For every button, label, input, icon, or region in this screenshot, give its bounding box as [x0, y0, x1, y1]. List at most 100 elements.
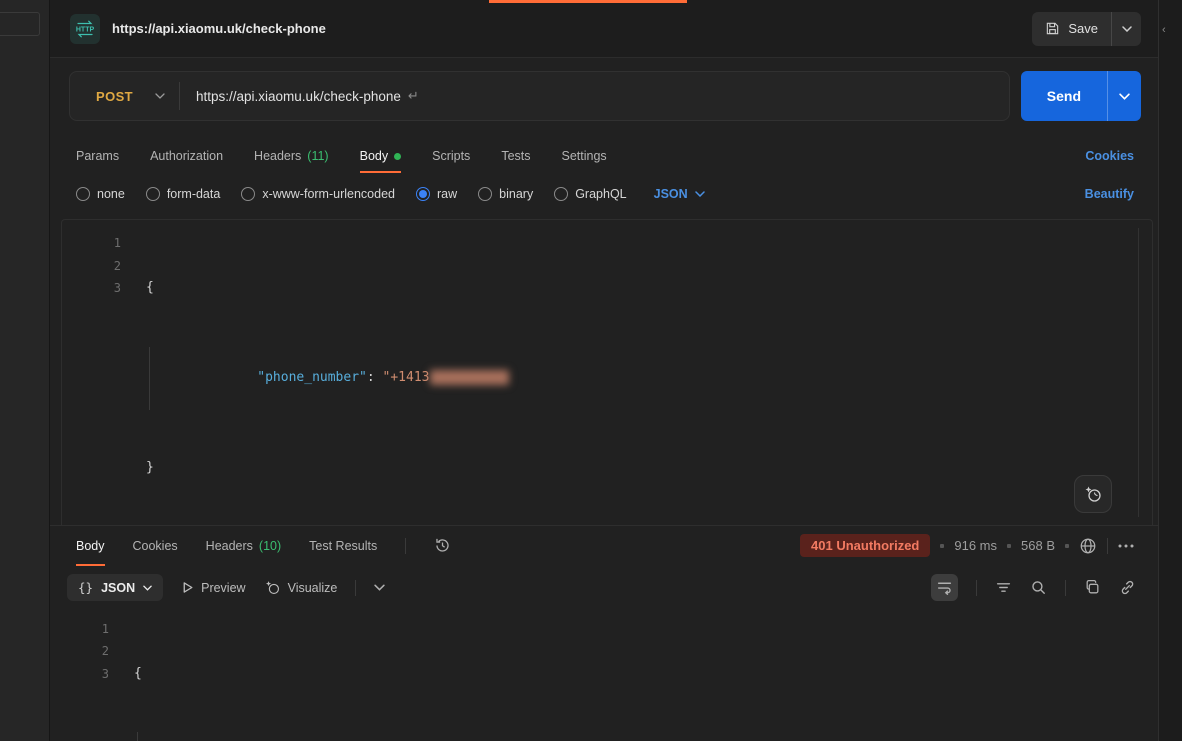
- wrap-text-icon[interactable]: [931, 574, 958, 601]
- line-numbers: 1 2 3: [62, 232, 121, 525]
- request-url-bar: POST https://api.xiaomu.uk/check-phone ↵: [69, 71, 1010, 121]
- svg-text:HTTP: HTTP: [76, 26, 95, 33]
- response-format-selector[interactable]: {} JSON: [67, 574, 163, 601]
- mode-raw[interactable]: raw: [416, 187, 457, 201]
- divider: [179, 82, 180, 110]
- visualize-icon: [264, 579, 281, 596]
- method-selector[interactable]: POST: [70, 89, 155, 104]
- mode-graphql[interactable]: GraphQL: [554, 187, 626, 201]
- sidebar-partial-item[interactable]: [0, 12, 40, 36]
- filter-icon[interactable]: [995, 579, 1012, 596]
- response-tab-headers[interactable]: Headers (10): [206, 526, 281, 566]
- response-size[interactable]: 568 B: [1021, 538, 1055, 553]
- radio-icon: [554, 187, 568, 201]
- tab-tests[interactable]: Tests: [501, 139, 530, 173]
- divider: [1065, 580, 1066, 596]
- chevron-down-icon: [1122, 26, 1132, 32]
- radio-selected-icon: [416, 187, 430, 201]
- divider: [1107, 538, 1108, 554]
- main-panel: HTTP https://api.xiaomu.uk/check-phone S…: [50, 0, 1158, 741]
- body-modified-dot: [394, 153, 401, 160]
- chevron-down-icon: [1119, 93, 1130, 100]
- tab-settings[interactable]: Settings: [562, 139, 607, 173]
- request-title: https://api.xiaomu.uk/check-phone: [112, 21, 326, 36]
- response-tab-body[interactable]: Body: [76, 526, 105, 566]
- headers-count: (11): [307, 149, 328, 163]
- redacted-value: [430, 370, 509, 385]
- response-headers-count: (10): [259, 539, 281, 553]
- status-badge[interactable]: 401 Unauthorized: [800, 534, 930, 557]
- response-body-editor[interactable]: 1 2 3 { "detail": "无效的API密钥" }: [50, 610, 1158, 741]
- chevron-down-icon[interactable]: [155, 93, 165, 99]
- postbot-button[interactable]: [1074, 475, 1112, 513]
- collapsed-panel-icon: ‹: [1162, 24, 1182, 36]
- chevron-down-icon: [695, 191, 705, 197]
- tab-authorization[interactable]: Authorization: [150, 139, 223, 173]
- postbot-icon: [1083, 484, 1103, 504]
- separator-dot: [1007, 544, 1011, 548]
- globe-icon[interactable]: [1079, 537, 1097, 555]
- mode-form-data[interactable]: form-data: [146, 187, 221, 201]
- cookies-link[interactable]: Cookies: [1085, 149, 1134, 163]
- tab-params[interactable]: Params: [76, 139, 119, 173]
- send-button[interactable]: Send: [1021, 71, 1107, 121]
- editor-scrollbar[interactable]: [1138, 228, 1139, 517]
- response-section: Body Cookies Headers (10) Test Results 4…: [50, 525, 1158, 741]
- request-body-editor[interactable]: 1 2 3 { "phone_number": "+1413 }: [61, 219, 1153, 525]
- send-options-button[interactable]: [1107, 71, 1141, 121]
- save-options-button[interactable]: [1111, 12, 1141, 46]
- tab-body[interactable]: Body: [360, 139, 402, 173]
- indent-guide: [149, 347, 150, 411]
- divider: [405, 538, 406, 554]
- chevron-down-icon[interactable]: [374, 584, 385, 591]
- request-bar-row: POST https://api.xiaomu.uk/check-phone ↵…: [50, 58, 1158, 139]
- enter-hint-icon: ↵: [408, 88, 419, 104]
- divider: [976, 580, 977, 596]
- mode-none[interactable]: none: [76, 187, 125, 201]
- visualize-button[interactable]: Visualize: [264, 579, 338, 596]
- response-toolbar: {} JSON Preview Visualiz: [50, 566, 1158, 610]
- radio-icon: [76, 187, 90, 201]
- radio-icon: [146, 187, 160, 201]
- mode-x-www-form-urlencoded[interactable]: x-www-form-urlencoded: [241, 187, 395, 201]
- mode-binary[interactable]: binary: [478, 187, 533, 201]
- preview-icon: [181, 581, 194, 594]
- copy-icon[interactable]: [1084, 579, 1101, 596]
- indent-guide: [137, 732, 138, 741]
- request-body-code[interactable]: { "phone_number": "+1413 }: [121, 232, 1152, 525]
- beautify-link[interactable]: Beautify: [1085, 187, 1134, 201]
- json-value-visible: "+1413: [383, 370, 430, 385]
- response-tabs: Body Cookies Headers (10) Test Results 4…: [50, 526, 1158, 566]
- http-method-icon: HTTP: [70, 14, 100, 44]
- tab-headers[interactable]: Headers (11): [254, 139, 329, 173]
- request-tab-header: HTTP https://api.xiaomu.uk/check-phone S…: [50, 0, 1158, 58]
- save-label: Save: [1068, 21, 1098, 36]
- separator-dot: [1065, 544, 1069, 548]
- radio-icon: [241, 187, 255, 201]
- chevron-down-icon: [143, 585, 152, 591]
- line-numbers: 1 2 3: [50, 618, 109, 741]
- save-icon: [1045, 21, 1060, 36]
- search-icon[interactable]: [1030, 579, 1047, 596]
- active-tab-indicator: [489, 0, 687, 3]
- left-sidebar-collapsed: [0, 0, 50, 741]
- url-input[interactable]: https://api.xiaomu.uk/check-phone: [196, 89, 401, 104]
- link-icon[interactable]: [1119, 579, 1136, 596]
- language-selector[interactable]: JSON: [654, 187, 705, 201]
- more-icon[interactable]: [1118, 544, 1134, 548]
- body-mode-row: none form-data x-www-form-urlencoded raw…: [50, 173, 1158, 215]
- response-tab-test-results[interactable]: Test Results: [309, 526, 377, 566]
- separator-dot: [940, 544, 944, 548]
- preview-button[interactable]: Preview: [181, 581, 245, 595]
- response-tab-cookies[interactable]: Cookies: [133, 526, 178, 566]
- response-body-code[interactable]: { "detail": "无效的API密钥" }: [109, 618, 1158, 741]
- divider: [355, 580, 356, 596]
- history-icon[interactable]: [434, 537, 451, 554]
- response-time[interactable]: 916 ms: [954, 538, 997, 553]
- right-sidebar-collapsed[interactable]: ‹: [1158, 0, 1182, 741]
- request-tabs: Params Authorization Headers (11) Body S…: [50, 139, 1158, 173]
- tab-scripts[interactable]: Scripts: [432, 139, 470, 173]
- save-button[interactable]: Save: [1032, 12, 1111, 46]
- json-key: "phone_number": [257, 370, 367, 385]
- radio-icon: [478, 187, 492, 201]
